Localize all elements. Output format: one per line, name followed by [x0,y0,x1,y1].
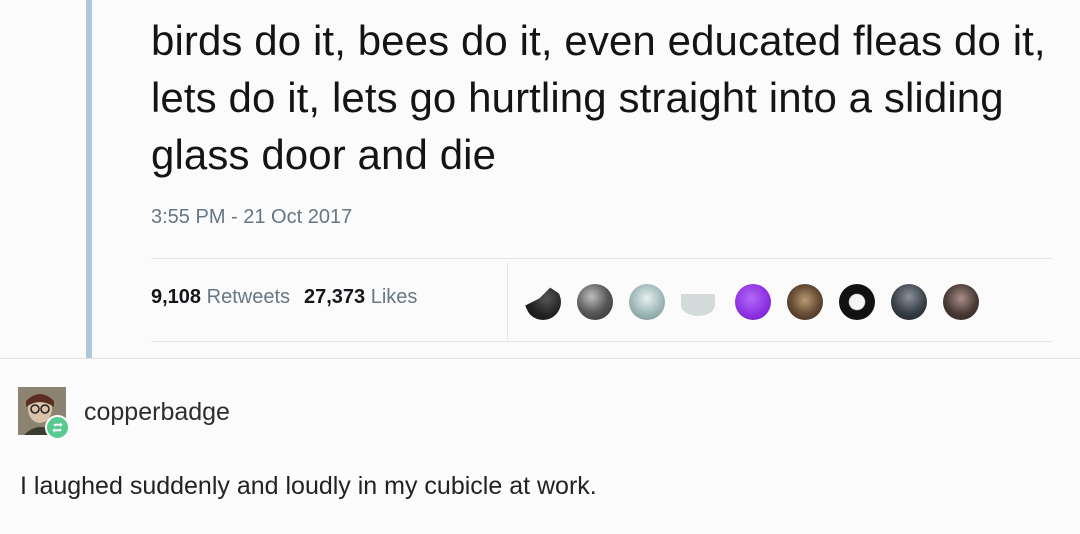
liker-avatar[interactable] [629,284,665,320]
section-divider [0,358,1080,359]
likes-label: Likes [370,286,418,308]
liker-avatar[interactable] [735,284,771,320]
tweet-divider-top [151,258,1053,259]
stats-separator [507,262,508,340]
liker-avatar[interactable] [787,284,823,320]
retweets-label: Retweets [206,286,290,308]
reblog-icon [52,422,63,433]
liker-avatar[interactable] [525,287,561,320]
retweets-stat[interactable]: 9,108 Retweets [151,286,290,308]
tweet-stats: 9,108 Retweets 27,373 Likes [151,286,417,309]
liker-avatar[interactable] [943,284,979,320]
reblogger-username[interactable]: copperbadge [84,398,230,427]
reblog-comment: I laughed suddenly and loudly in my cubi… [20,472,597,500]
liker-avatar[interactable] [577,284,613,320]
liker-avatar[interactable] [839,284,875,320]
tweet-timestamp[interactable]: 3:55 PM - 21 Oct 2017 [151,206,352,229]
liker-avatar[interactable] [891,284,927,320]
liker-avatar[interactable] [681,294,715,316]
tweet-text: birds do it, bees do it, even educated f… [151,17,1046,178]
quoted-tweet: birds do it, bees do it, even educated f… [0,0,1080,358]
tweet-divider-bottom [151,341,1053,342]
likes-count: 27,373 [304,286,366,308]
quote-indicator-bar [86,0,92,358]
likes-stat[interactable]: 27,373 Likes [304,286,417,308]
retweets-count: 9,108 [151,286,202,308]
liker-avatars [525,280,995,324]
reblog-badge [45,415,70,440]
